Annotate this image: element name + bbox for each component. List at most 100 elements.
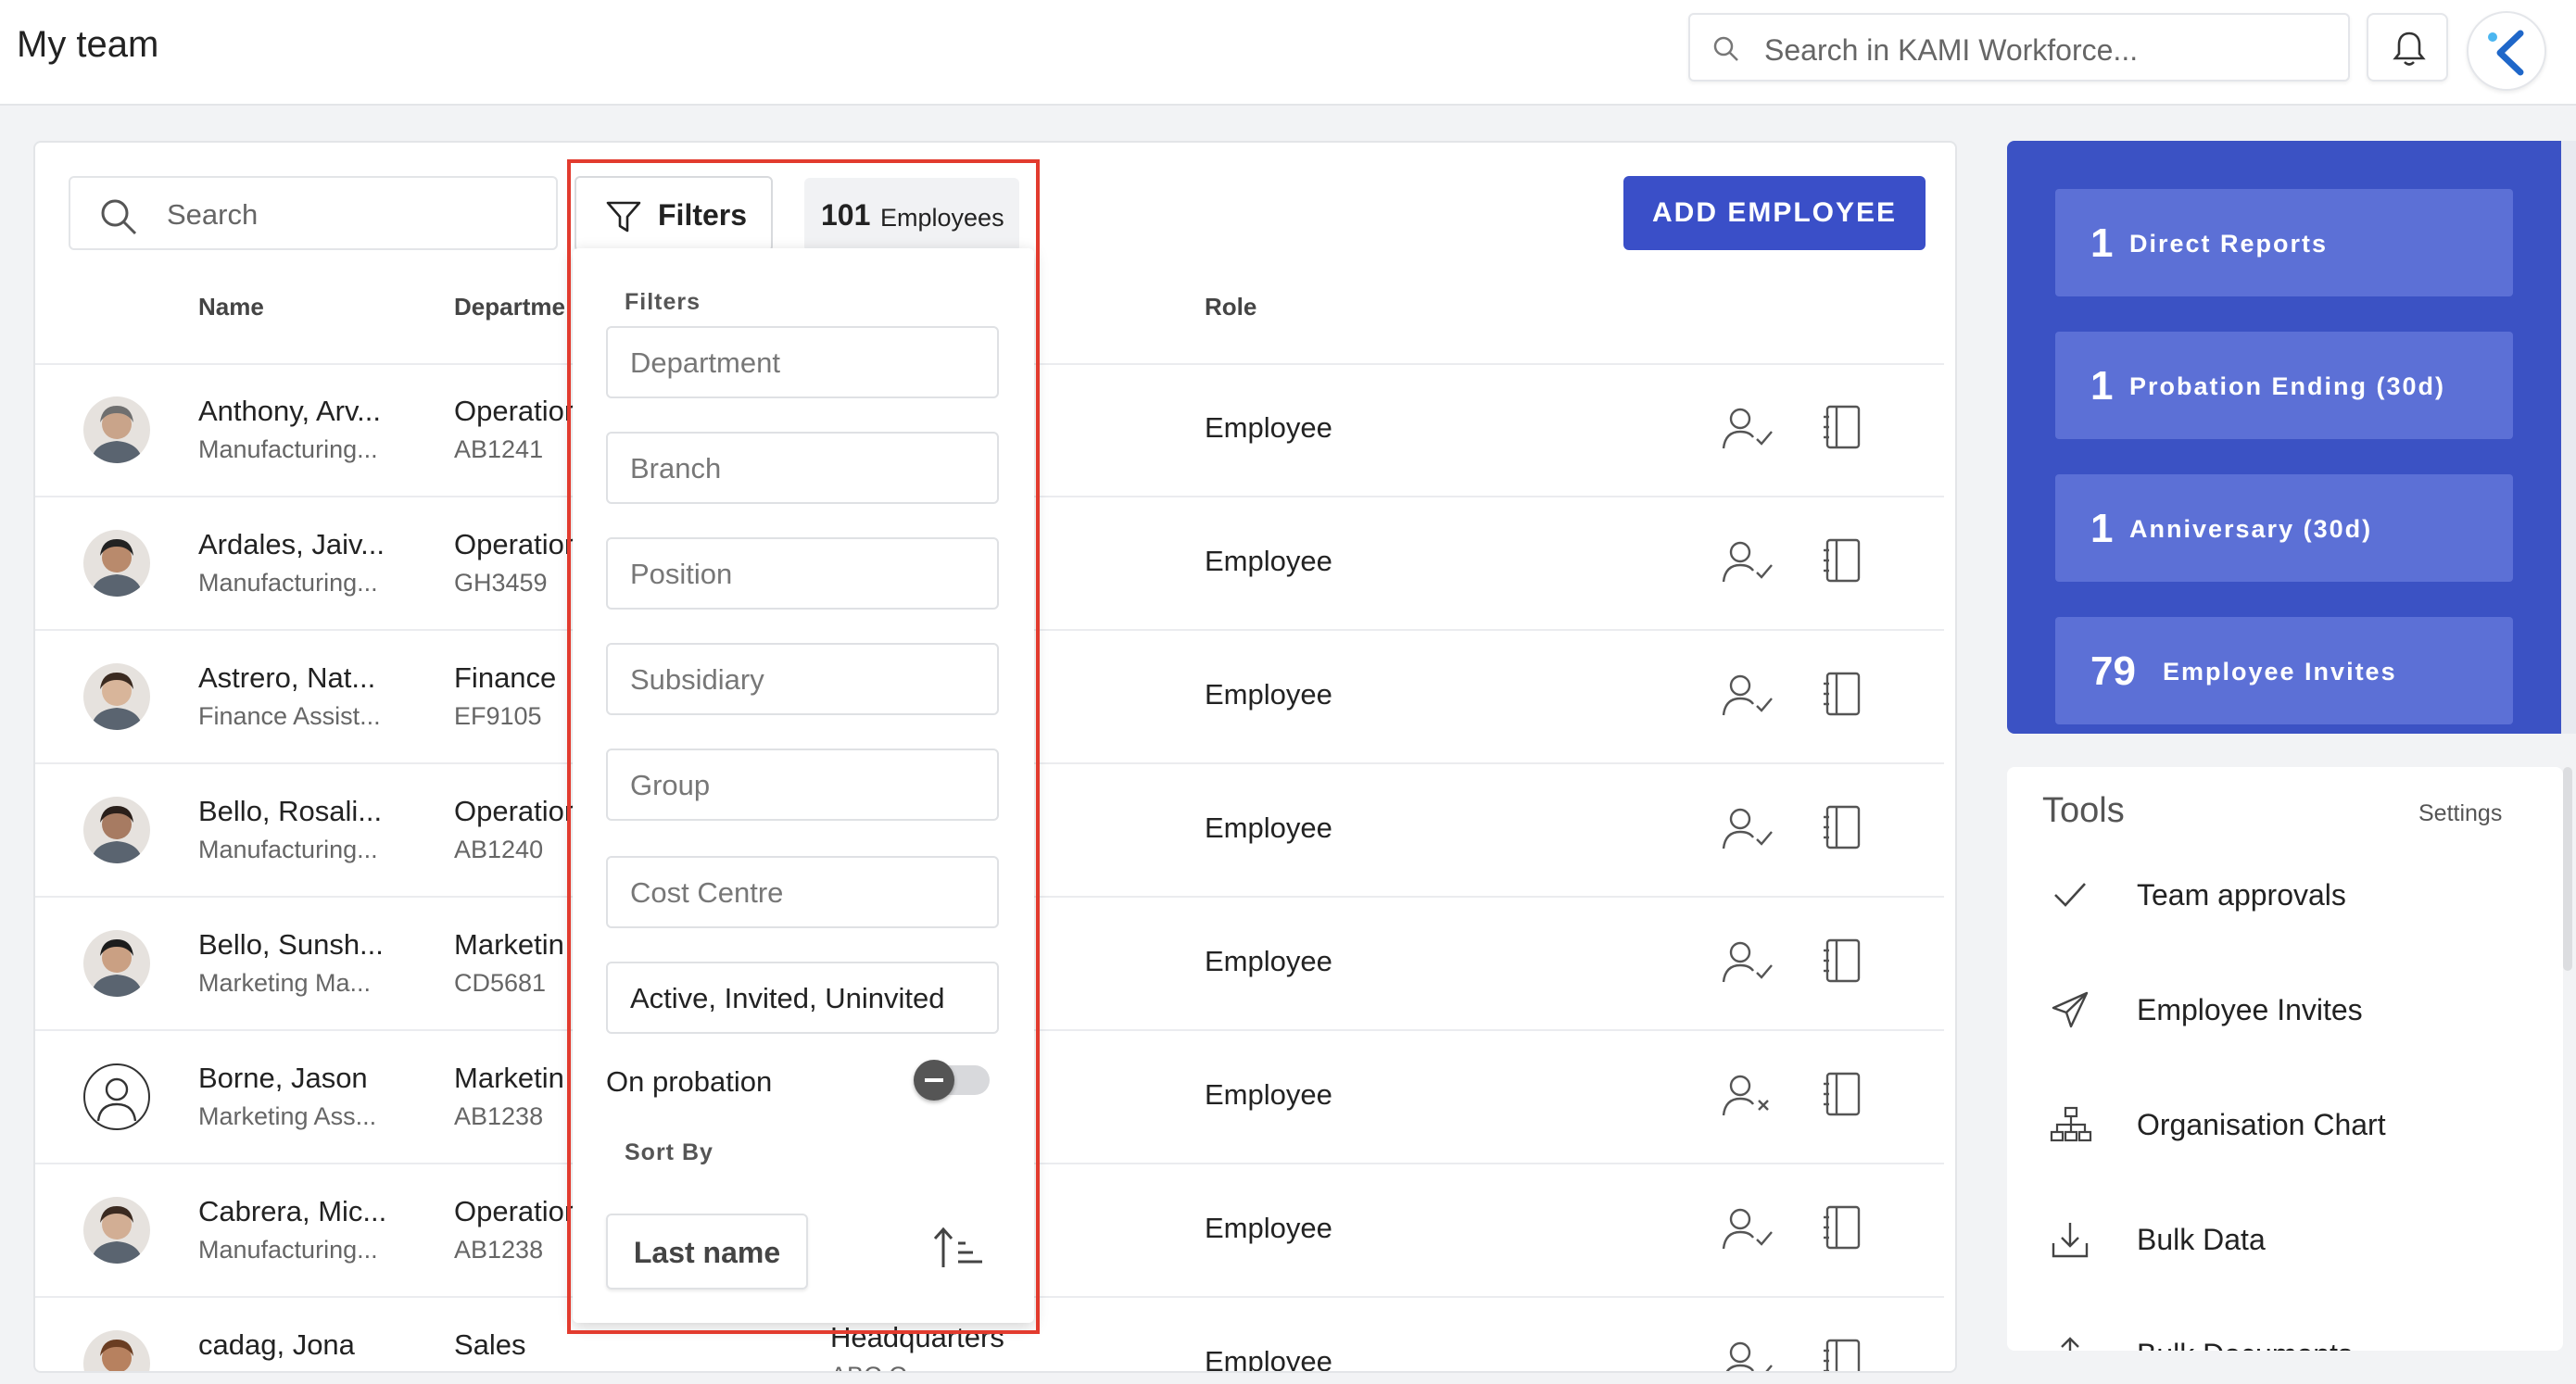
employee-file-icon[interactable] <box>1822 404 1863 450</box>
notifications-button[interactable] <box>2367 13 2448 82</box>
check-icon <box>2054 883 2086 907</box>
employee-role: Employee <box>1205 1345 1332 1373</box>
employee-code: EF9105 <box>454 702 542 730</box>
employee-department: Sales <box>454 1328 526 1361</box>
employee-name[interactable]: Anthony, Arv... <box>198 395 381 428</box>
column-header-department[interactable]: Departme <box>454 293 565 321</box>
employee-avatar <box>83 1330 150 1371</box>
tool-label: Bulk Documents <box>2137 1338 2353 1351</box>
stat-label: Employee Invites <box>2163 658 2397 686</box>
employee-code: AB1238 <box>454 1236 544 1264</box>
employee-role: Employee <box>1205 812 1332 844</box>
employee-position: Manufacturing... <box>198 836 378 863</box>
tool-employee-invites[interactable]: Employee Invites <box>2007 967 2563 1060</box>
stats-panel-edge <box>2561 141 2576 734</box>
tools-panel: Tools Settings Team approvals Employee I… <box>2007 767 2563 1351</box>
employee-code: AB1235 <box>454 1369 543 1371</box>
stat-label: Anniversary (30d) <box>2129 515 2373 543</box>
column-header-name[interactable]: Name <box>198 293 264 321</box>
employee-role: Employee <box>1205 411 1332 444</box>
employee-branch-sub: ABC C... <box>830 1362 928 1371</box>
stat-anniversary[interactable]: 1 Anniversary (30d) <box>2055 474 2513 582</box>
employee-name[interactable]: Bello, Rosali... <box>198 795 382 828</box>
stat-value: 79 <box>2090 648 2136 694</box>
global-search-input[interactable]: Search in KAMI Workforce... <box>1688 13 2350 82</box>
search-icon <box>1713 36 1738 61</box>
tool-label: Organisation Chart <box>2137 1108 2386 1141</box>
tool-team-approvals[interactable]: Team approvals <box>2007 852 2563 945</box>
user-verified-icon[interactable] <box>1722 406 1774 452</box>
stat-employee-invites[interactable]: 79 Employee Invites <box>2055 617 2513 724</box>
employee-role: Employee <box>1205 1212 1332 1244</box>
employee-position: Manufacturing... <box>198 569 378 597</box>
employee-name[interactable]: Cabrera, Mic... <box>198 1195 386 1228</box>
employee-code: AB1238 <box>454 1102 544 1130</box>
top-bar: My team Search in KAMI Workforce... <box>0 0 2576 106</box>
employee-position: Manufacturing... <box>198 1236 378 1264</box>
employee-role: Employee <box>1205 945 1332 977</box>
search-icon <box>101 199 137 235</box>
add-employee-button[interactable]: ADD EMPLOYEE <box>1623 176 1926 250</box>
employee-name[interactable]: Ardales, Jaiv... <box>198 528 385 561</box>
stat-direct-reports[interactable]: 1 Direct Reports <box>2055 189 2513 296</box>
employee-name[interactable]: Astrero, Nat... <box>198 661 375 695</box>
download-icon <box>2052 1223 2089 1258</box>
employee-file-icon[interactable] <box>1822 1071 1863 1117</box>
tool-label: Team approvals <box>2137 878 2346 912</box>
tool-organisation-chart[interactable]: Organisation Chart <box>2007 1082 2563 1175</box>
tool-bulk-documents[interactable]: Bulk Documents <box>2007 1312 2563 1351</box>
employee-department: Operatior <box>454 1195 575 1227</box>
employee-avatar <box>83 530 150 597</box>
employee-role: Employee <box>1205 545 1332 577</box>
bell-icon <box>2393 31 2426 66</box>
tools-title: Tools <box>2042 791 2125 830</box>
employee-code: CD5681 <box>454 969 547 997</box>
employee-role: Employee <box>1205 678 1332 711</box>
employee-position: Marketing Ass... <box>198 1102 377 1130</box>
employee-department: Marketin <box>454 928 564 961</box>
stat-probation-ending[interactable]: 1 Probation Ending (30d) <box>2055 332 2513 439</box>
employee-name[interactable]: Bello, Sunsh... <box>198 928 384 962</box>
employee-avatar <box>83 396 150 463</box>
employee-file-icon[interactable] <box>1822 804 1863 850</box>
user-verified-icon[interactable] <box>1722 539 1774 585</box>
user-verified-icon[interactable] <box>1722 939 1774 986</box>
tools-scrollbar[interactable] <box>2563 767 2572 971</box>
employee-file-icon[interactable] <box>1822 1338 1863 1373</box>
employee-code: AB1241 <box>454 435 544 463</box>
global-search-placeholder: Search in KAMI Workforce... <box>1764 33 2139 67</box>
stat-value: 1 <box>2090 363 2114 409</box>
user-verified-icon[interactable] <box>1722 806 1774 852</box>
employee-department: Operatior <box>454 395 575 427</box>
account-avatar[interactable] <box>2467 11 2546 91</box>
tool-label: Bulk Data <box>2137 1223 2266 1256</box>
employee-name[interactable]: Borne, Jason <box>198 1062 368 1095</box>
user-verified-icon[interactable] <box>1722 673 1774 719</box>
column-header-role[interactable]: Role <box>1205 293 1256 321</box>
stats-panel: 1 Direct Reports 1 Probation Ending (30d) … <box>2007 141 2576 734</box>
employee-file-icon[interactable] <box>1822 671 1863 717</box>
employee-department: Operatior <box>454 795 575 827</box>
filter-highlight-box <box>567 159 1040 1334</box>
employee-position: Manufacturing... <box>198 435 378 463</box>
employee-department: Finance <box>454 661 557 694</box>
user-verified-icon[interactable] <box>1722 1206 1774 1252</box>
employee-search-input[interactable]: Search <box>69 176 558 250</box>
user-uninvited-icon[interactable] <box>1722 1073 1774 1119</box>
tool-bulk-data[interactable]: Bulk Data <box>2007 1197 2563 1290</box>
employee-file-icon[interactable] <box>1822 1204 1863 1251</box>
employee-file-icon[interactable] <box>1822 537 1863 584</box>
employee-name[interactable]: cadag, Jona <box>198 1328 355 1362</box>
stat-label: Direct Reports <box>2129 230 2329 258</box>
employee-avatar <box>83 1197 150 1264</box>
user-verified-icon[interactable] <box>1722 1340 1774 1373</box>
employee-avatar <box>83 663 150 730</box>
employee-file-icon[interactable] <box>1822 937 1863 984</box>
employee-code: GH3459 <box>454 569 548 597</box>
tool-label: Employee Invites <box>2137 993 2363 1026</box>
employee-position: Marketing Ma... <box>198 969 372 997</box>
stat-value: 1 <box>2090 220 2114 266</box>
employee-role: Employee <box>1205 1078 1332 1111</box>
tools-settings-link[interactable]: Settings <box>2418 800 2502 827</box>
employee-avatar <box>83 930 150 997</box>
